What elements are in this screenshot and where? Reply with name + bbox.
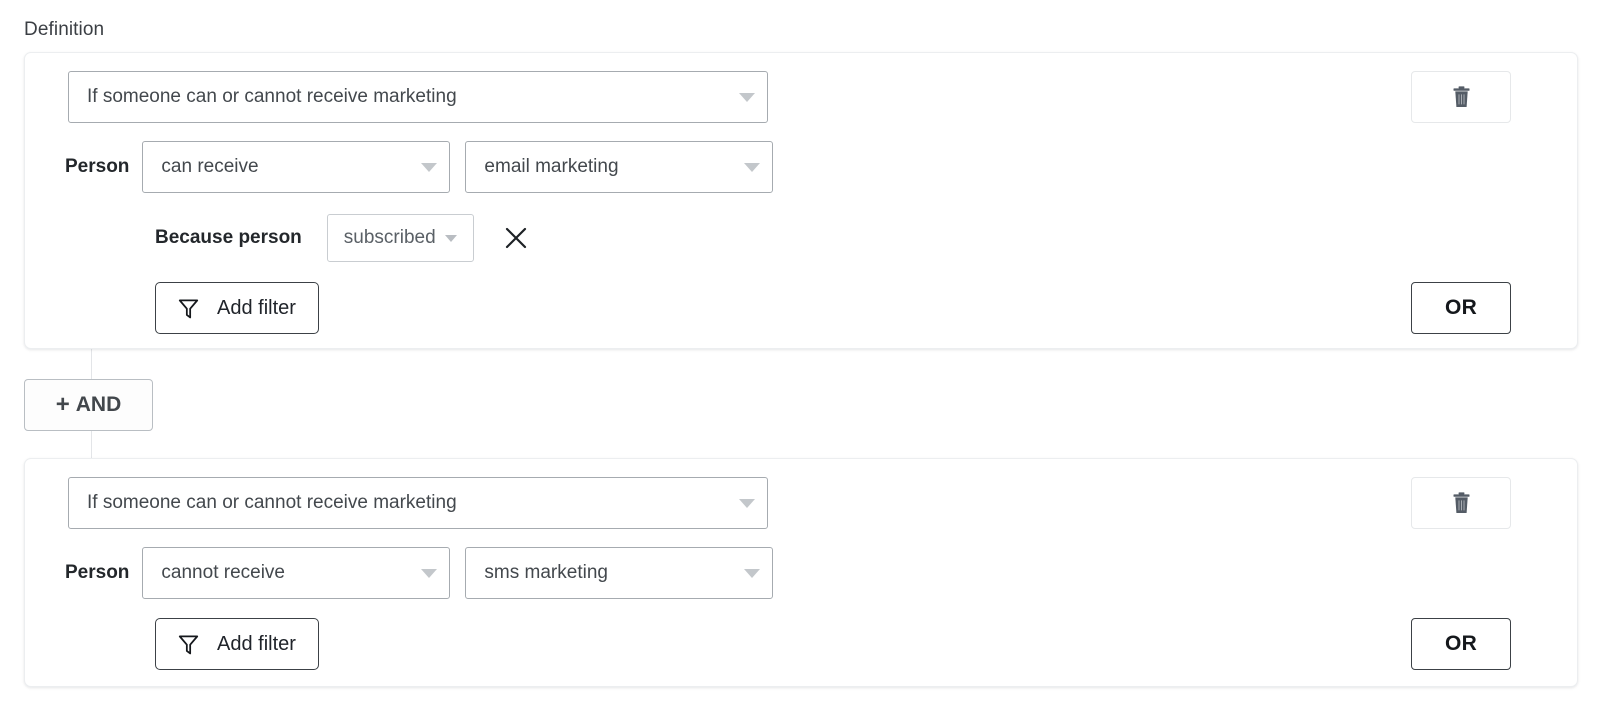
- channel-select[interactable]: email marketing: [465, 141, 774, 193]
- add-filter-row: Add filter: [155, 618, 319, 670]
- or-button-label: OR: [1444, 632, 1478, 655]
- trigger-select-value: If someone can or cannot receive marketi…: [87, 86, 457, 107]
- channel-select-value: email marketing: [484, 156, 619, 177]
- page-title: Definition: [24, 19, 105, 40]
- trigger-row: If someone can or cannot receive marketi…: [68, 71, 768, 123]
- operator-select-value: cannot receive: [161, 562, 285, 583]
- close-icon: [505, 227, 526, 249]
- or-button[interactable]: OR: [1411, 618, 1511, 670]
- definition-builder: Definition If someone can or cannot rece…: [0, 0, 1600, 722]
- filter-funnel-icon: [178, 298, 199, 318]
- add-filter-label: Add filter: [217, 296, 296, 319]
- chevron-down-icon: [421, 568, 438, 578]
- or-button-label: OR: [1444, 296, 1478, 319]
- condition-group-card: If someone can or cannot receive marketi…: [24, 52, 1578, 349]
- chevron-down-icon: [744, 162, 761, 172]
- add-filter-label: Add filter: [217, 632, 296, 655]
- chevron-down-icon: [739, 92, 755, 102]
- remove-reason-button[interactable]: [499, 221, 533, 255]
- trigger-row: If someone can or cannot receive marketi…: [68, 477, 768, 529]
- condition-subject-label: Person: [65, 562, 130, 583]
- operator-select[interactable]: can receive: [142, 141, 451, 193]
- condition-subject-label: Person: [65, 156, 130, 177]
- add-filter-row: Add filter: [155, 282, 319, 334]
- filter-funnel-icon: [178, 634, 199, 654]
- add-filter-button[interactable]: Add filter: [155, 618, 319, 670]
- condition-group-card: If someone can or cannot receive marketi…: [24, 458, 1578, 687]
- operator-select[interactable]: cannot receive: [142, 547, 451, 599]
- reason-label: Because person: [155, 227, 302, 248]
- trigger-select-value: If someone can or cannot receive marketi…: [87, 492, 457, 513]
- chevron-down-icon: [444, 234, 457, 242]
- chevron-down-icon: [744, 568, 761, 578]
- add-and-group-button[interactable]: + AND: [24, 379, 153, 431]
- plus-icon: +: [55, 391, 70, 418]
- add-filter-button[interactable]: Add filter: [155, 282, 319, 334]
- channel-select[interactable]: sms marketing: [465, 547, 774, 599]
- trigger-select[interactable]: If someone can or cannot receive marketi…: [68, 477, 768, 529]
- condition-row: Person cannot receive sms marketing: [65, 547, 774, 599]
- delete-group-button[interactable]: [1411, 477, 1511, 529]
- channel-select-value: sms marketing: [484, 562, 608, 583]
- condition-row: Person can receive email marketing: [65, 141, 774, 193]
- chevron-down-icon: [739, 498, 755, 508]
- or-button[interactable]: OR: [1411, 282, 1511, 334]
- operator-select-value: can receive: [161, 156, 259, 177]
- and-button-label: AND: [75, 393, 122, 416]
- reason-select-value: subscribed: [343, 227, 436, 248]
- connector-line-top: [91, 349, 92, 380]
- chevron-down-icon: [421, 162, 438, 172]
- trigger-select[interactable]: If someone can or cannot receive marketi…: [68, 71, 768, 123]
- reason-row: Because person subscribed: [155, 214, 533, 262]
- trash-icon: [1453, 86, 1469, 107]
- trash-icon: [1453, 492, 1469, 513]
- delete-group-button[interactable]: [1411, 71, 1511, 123]
- reason-select[interactable]: subscribed: [326, 214, 474, 262]
